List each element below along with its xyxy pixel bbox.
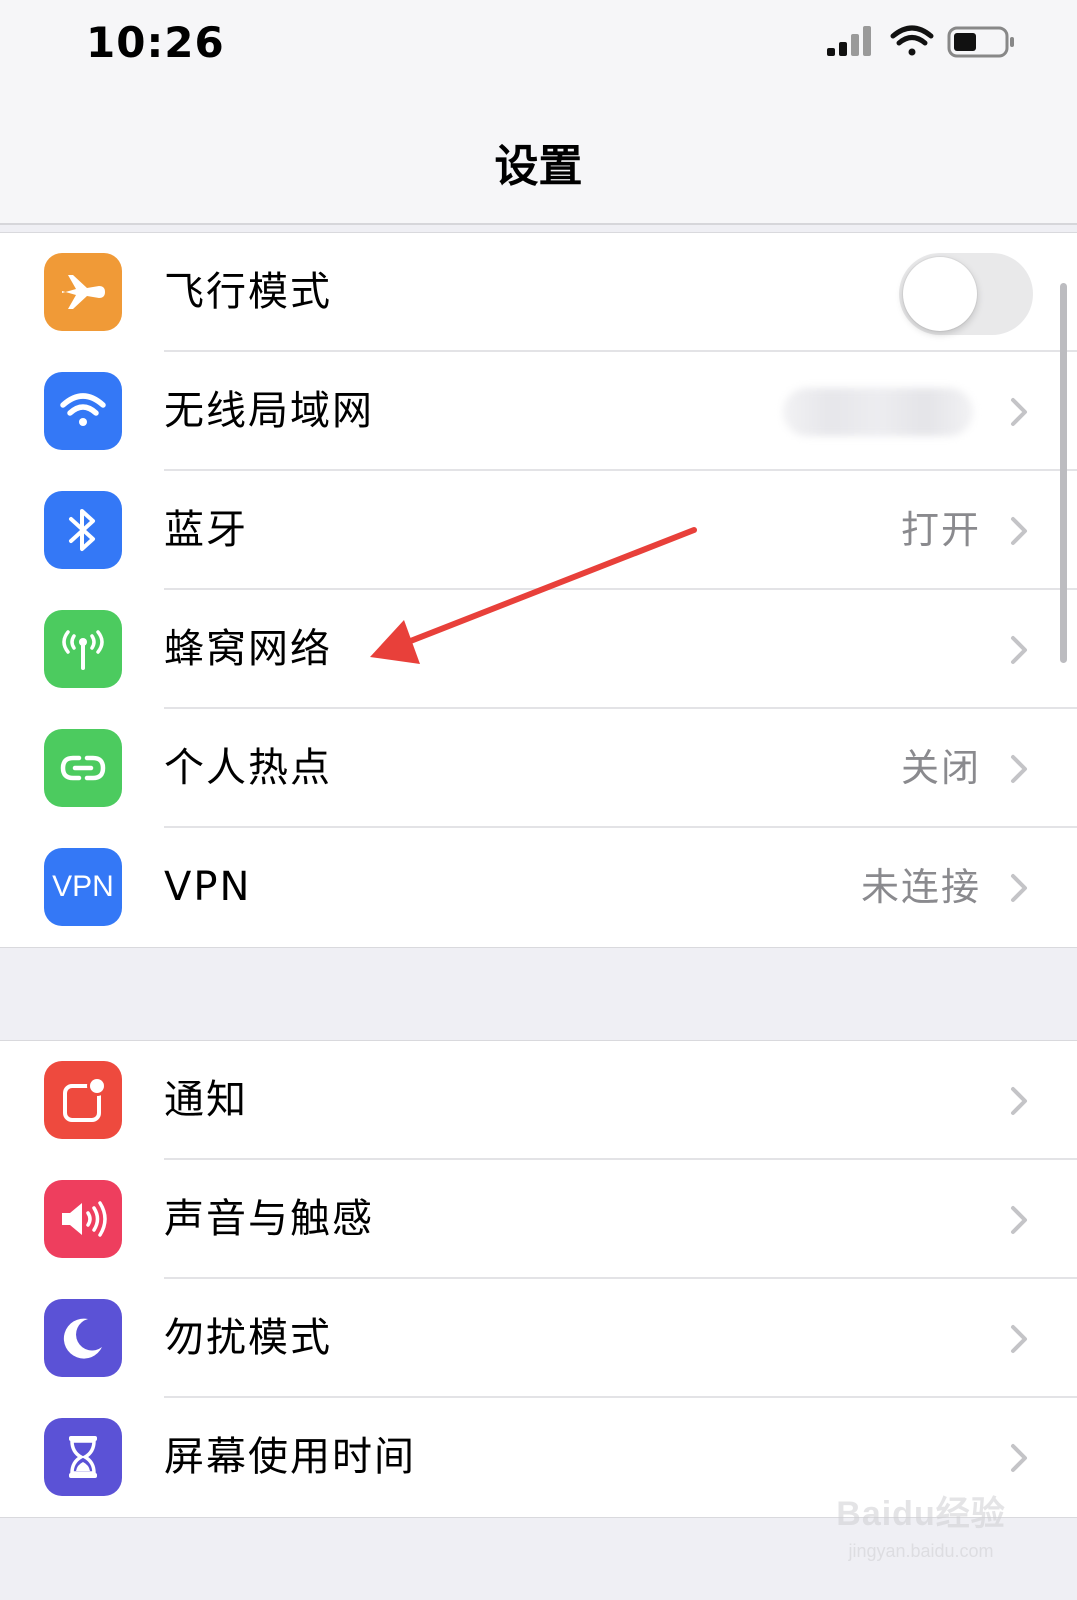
row-label: VPN: [164, 864, 252, 910]
settings-row-do-not-disturb[interactable]: 勿扰模式: [0, 1279, 1077, 1398]
row-label: 飞行模式: [164, 269, 332, 315]
row-label: 屏幕使用时间: [164, 1434, 416, 1480]
chevron-right-icon: [1011, 874, 1027, 902]
row-label: 无线局域网: [164, 388, 374, 434]
bluetooth-icon: [44, 491, 122, 569]
scroll-indicator[interactable]: [1060, 283, 1067, 663]
status-time: 10:26: [86, 18, 225, 67]
row-label: 蓝牙: [164, 507, 248, 553]
baidu-watermark: Baidu经验 jingyan.baidu.com: [821, 1486, 1021, 1586]
settings-row-airplane-mode[interactable]: 飞行模式: [0, 233, 1077, 352]
cellular-signal-icon: [827, 26, 871, 56]
chevron-right-icon: [1011, 398, 1027, 426]
cellular-antenna-icon: [44, 610, 122, 688]
chevron-right-icon: [1011, 1206, 1027, 1234]
settings-row-bluetooth[interactable]: 蓝牙 打开: [0, 471, 1077, 590]
settings-row-personal-hotspot[interactable]: 个人热点 关闭: [0, 709, 1077, 828]
chevron-right-icon: [1011, 1325, 1027, 1353]
settings-row-wlan[interactable]: 无线局域网: [0, 352, 1077, 471]
status-icons: [827, 25, 1014, 58]
chevron-right-icon: [1011, 755, 1027, 783]
row-label: 勿扰模式: [164, 1315, 332, 1361]
row-label: 个人热点: [164, 745, 332, 791]
settings-group-general: 通知 声音与触感 勿扰模式 屏幕使用时间: [0, 1040, 1077, 1518]
settings-row-sounds-haptics[interactable]: 声音与触感: [0, 1160, 1077, 1279]
watermark-url: jingyan.baidu.com: [848, 1541, 994, 1561]
airplane-icon: [44, 253, 122, 331]
sound-icon: [44, 1180, 122, 1258]
chevron-right-icon: [1011, 1444, 1027, 1472]
settings-row-cellular[interactable]: 蜂窝网络: [0, 590, 1077, 709]
hotspot-icon: [44, 729, 122, 807]
vpn-icon-text: VPN: [52, 870, 114, 903]
chevron-right-icon: [1011, 1087, 1027, 1115]
settings-group-connectivity: 飞行模式 无线局域网 蓝牙 打开 蜂窝网络 个人热点 关闭 VPN VPN 未连…: [0, 232, 1077, 948]
toggle-knob: [903, 257, 977, 331]
vpn-icon: VPN: [44, 848, 122, 926]
row-label: 声音与触感: [164, 1196, 374, 1242]
navigation-bar: 设置: [0, 90, 1077, 225]
battery-icon: [947, 26, 1014, 58]
hourglass-icon: [44, 1418, 122, 1496]
notifications-icon: [44, 1061, 122, 1139]
status-bar: 10:26: [0, 0, 1077, 90]
airplane-mode-toggle[interactable]: [899, 253, 1033, 335]
row-label: 通知: [164, 1077, 248, 1123]
settings-row-vpn[interactable]: VPN VPN 未连接: [0, 828, 1077, 947]
row-label: 蜂窝网络: [164, 626, 332, 672]
wifi-icon: [44, 372, 122, 450]
moon-icon: [44, 1299, 122, 1377]
bluetooth-status-value: 打开: [900, 508, 981, 552]
vpn-status-value: 未连接: [860, 865, 981, 909]
wifi-icon: [890, 25, 934, 56]
settings-row-notifications[interactable]: 通知: [0, 1041, 1077, 1160]
watermark-logo: Baidu经验: [836, 1495, 1006, 1533]
chevron-right-icon: [1011, 517, 1027, 545]
chevron-right-icon: [1011, 636, 1027, 664]
wlan-network-name-obscured: [783, 388, 973, 436]
hotspot-status-value: 关闭: [900, 746, 981, 790]
page-title: 设置: [494, 141, 583, 192]
